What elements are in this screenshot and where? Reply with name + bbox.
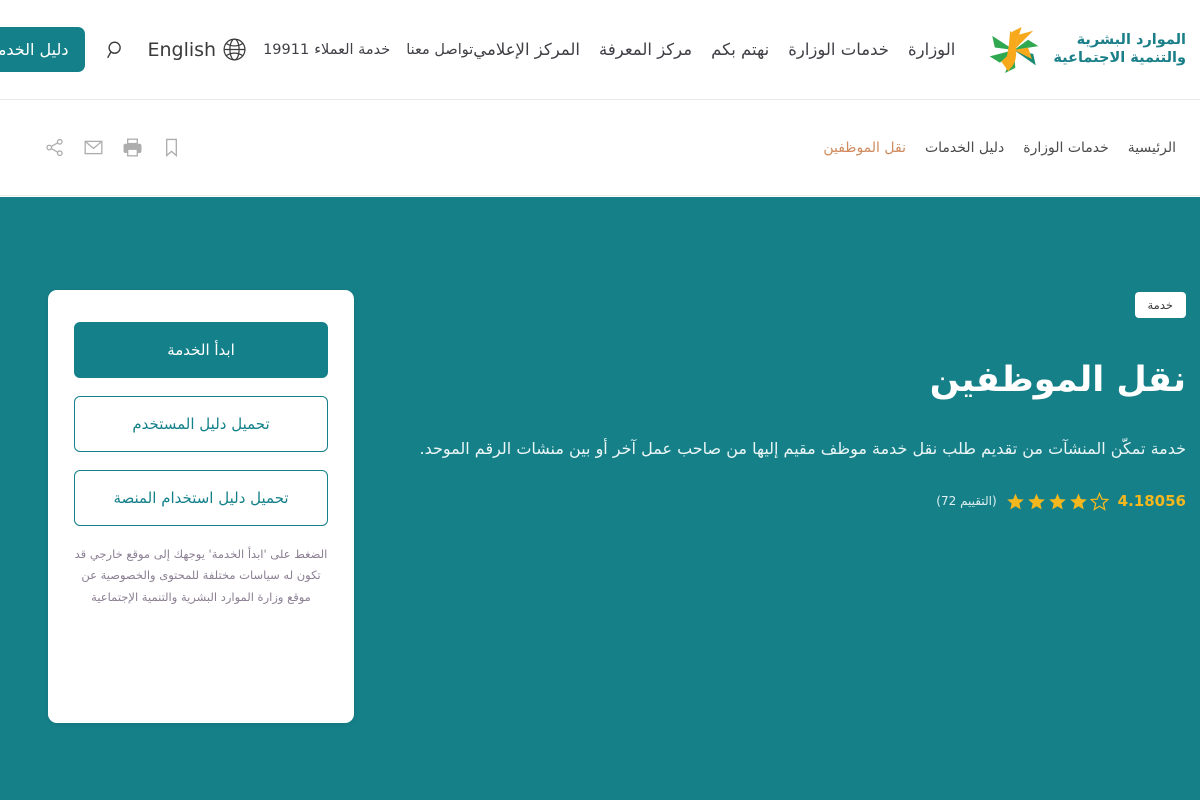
download-platform-manual-button[interactable]: تحميل دليل استخدام المنصة	[74, 470, 328, 526]
brand-logo[interactable]: الموارد البشرية والتنمية الاجتماعية	[981, 18, 1186, 82]
hero-content: خدمة نقل الموظفين خدمة تمكّن المنشآت من …	[380, 292, 1200, 511]
nav-media-center[interactable]: المركز الإعلامي	[473, 40, 580, 59]
rating-widget: 4.18056 (التقييم 72)	[406, 491, 1186, 511]
ministry-name-line2: والتنمية الاجتماعية	[1053, 49, 1186, 66]
nav-ministry[interactable]: الوزارة	[908, 40, 955, 59]
breadcrumb: الرئيسية خدمات الوزارة دليل الخدمات نقل …	[823, 140, 1176, 156]
star-filled-icon[interactable]	[1048, 492, 1067, 511]
language-label: English	[147, 38, 217, 61]
header-utilities: تواصل معنا خدمة العملاء 19911 English دل…	[0, 17, 473, 83]
nav-ministry-services[interactable]: خدمات الوزارة	[788, 40, 889, 59]
customer-service-label: خدمة العملاء	[314, 41, 391, 58]
page-root: الموارد البشرية والتنمية الاجتماعية الوز…	[0, 0, 1200, 800]
ministry-name: الموارد البشرية والتنمية الاجتماعية	[1053, 32, 1186, 66]
print-icon[interactable]	[122, 137, 143, 158]
breadcrumb-services-guide[interactable]: دليل الخدمات	[925, 140, 1004, 156]
hero-section: خدمة نقل الموظفين خدمة تمكّن المنشآت من …	[0, 197, 1200, 800]
start-service-button[interactable]: ابدأ الخدمة	[74, 322, 328, 378]
nav-we-care[interactable]: نهتم بكم	[711, 40, 769, 59]
email-icon[interactable]	[83, 137, 104, 158]
services-guide-button[interactable]: دليل الخدمات	[0, 27, 86, 72]
hrsd-starburst-logo-icon	[990, 26, 1039, 73]
star-empty-icon[interactable]	[1089, 491, 1109, 511]
star-filled-icon[interactable]	[1027, 492, 1046, 511]
breadcrumb-home[interactable]: الرئيسية	[1128, 140, 1176, 156]
status-badge: خدمة	[1134, 292, 1186, 318]
download-user-manual-button[interactable]: تحميل دليل المستخدم	[74, 396, 328, 452]
rating-stars[interactable]	[1006, 491, 1109, 511]
bookmark-icon[interactable]	[161, 137, 182, 158]
breadcrumb-ministry-services[interactable]: خدمات الوزارة	[1023, 140, 1109, 156]
rating-value: 4.18056	[1117, 492, 1186, 511]
service-actions-card: ابدأ الخدمة تحميل دليل المستخدم تحميل دل…	[48, 290, 354, 723]
customer-service[interactable]: خدمة العملاء 19911	[263, 42, 390, 58]
service-description: خدمة تمكّن المنشآت من تقديم طلب نقل خدمة…	[419, 439, 1187, 459]
language-switcher[interactable]: English	[147, 37, 247, 62]
breadcrumb-bar: الرئيسية خدمات الوزارة دليل الخدمات نقل …	[0, 100, 1200, 196]
external-site-disclaimer: الضغط على 'ابدأ الخدمة' يوجهك إلى موقع خ…	[74, 547, 328, 604]
site-header: الموارد البشرية والتنمية الاجتماعية الوز…	[0, 0, 1200, 100]
page-title: نقل الموظفين	[929, 360, 1186, 400]
breadcrumb-current: نقل الموظفين	[823, 139, 906, 156]
share-icon[interactable]	[44, 137, 65, 158]
nav-knowledge-center[interactable]: مركز المعرفة	[599, 40, 692, 59]
rating-count: (التقييم 72)	[936, 494, 997, 509]
page-action-icons	[44, 137, 182, 158]
star-filled-icon[interactable]	[1069, 492, 1088, 511]
customer-service-number: 19911	[263, 41, 310, 58]
search-icon[interactable]	[101, 39, 131, 61]
ministry-name-line1: الموارد البشرية	[1076, 32, 1186, 49]
star-filled-icon[interactable]	[1006, 492, 1025, 511]
globe-icon	[222, 37, 247, 62]
contact-us-link[interactable]: تواصل معنا	[406, 42, 473, 58]
main-navigation: الوزارة خدمات الوزارة نهتم بكم مركز المع…	[473, 40, 955, 59]
